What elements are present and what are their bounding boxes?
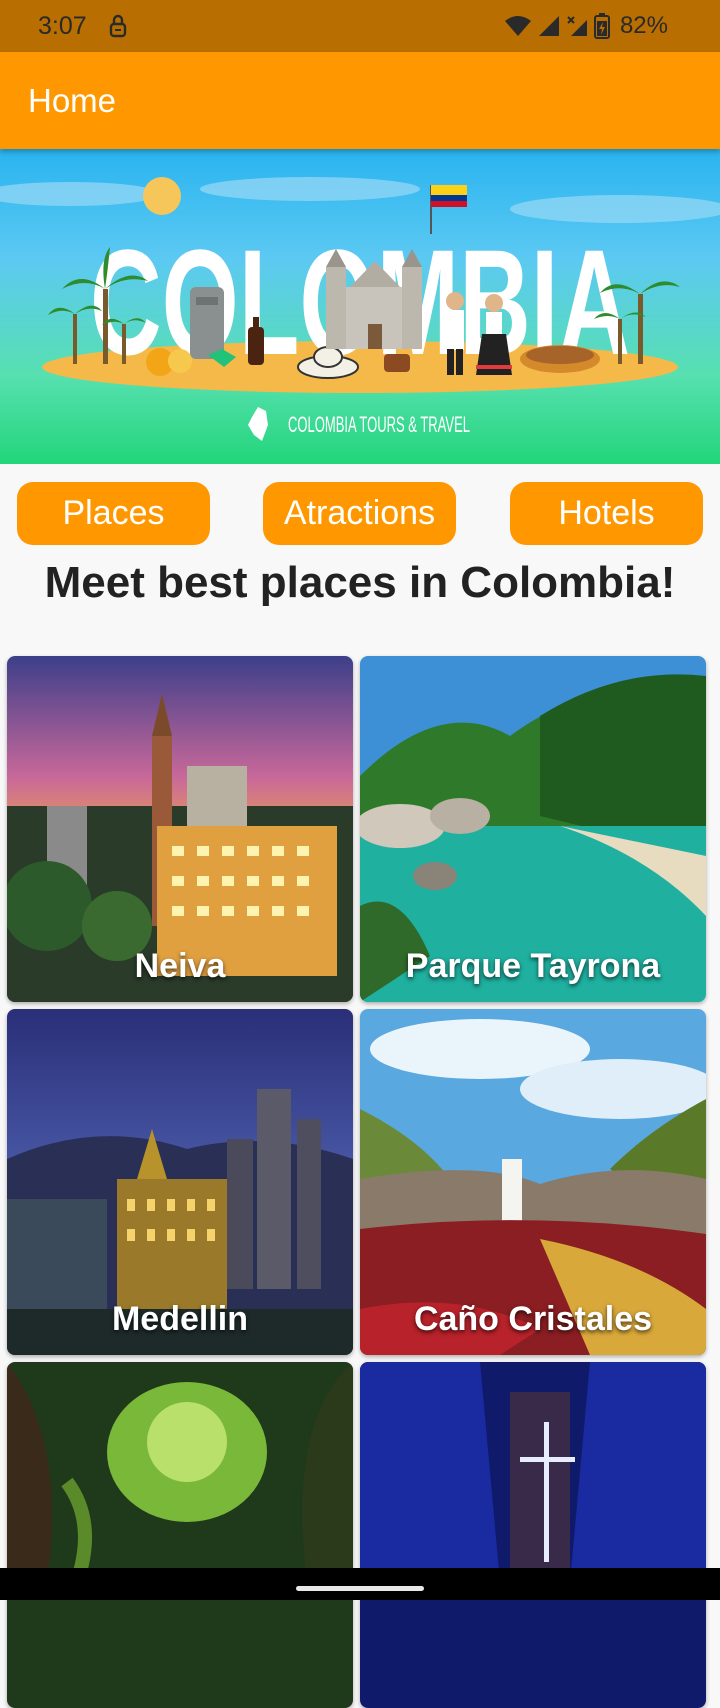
place-name: Caño Cristales [413,1300,653,1338]
place-card-parque-tayrona[interactable]: Parque Tayrona [360,656,706,1002]
status-icons: 82% [504,12,668,40]
status-time: 3:07 [38,12,87,40]
app-bar: Home [0,52,720,149]
lock-icon [109,14,127,38]
place-card-jungle[interactable] [7,1362,353,1708]
place-name: Neiva [134,947,226,985]
place-name: Medellin [111,1300,249,1338]
jungle-photo [7,1362,353,1708]
status-bar: 3:07 82% [0,0,720,52]
place-card-neiva[interactable]: Neiva [7,656,353,1002]
wifi-icon [504,16,531,36]
tab-places[interactable]: Places [17,482,210,545]
battery-percent: 82% [619,12,668,39]
place-name: Parque Tayrona [405,947,661,985]
place-card-salt-cathedral[interactable] [360,1362,706,1708]
tab-atractions[interactable]: Atractions [263,482,456,545]
place-card-cano-cristales[interactable]: Caño Cristales [360,1009,706,1355]
banner-brand: COLOMBIA TOURS & TRAVEL [288,412,470,437]
page-title: Home [28,82,117,119]
section-headline: Meet best places in Colombia! [44,558,676,607]
battery-charging-icon [593,13,610,39]
signal-icon [538,16,559,36]
colombia-banner: COLOMBIA TOURS & TRAVEL [0,149,720,464]
home-gesture-handle[interactable] [296,1586,424,1591]
category-tabs: Places Atractions Hotels [0,482,720,546]
banner-illustration: COLOMBIA TOURS & TRAVEL [0,177,720,441]
signal-off-icon [567,16,587,36]
system-nav-bar [0,1568,720,1600]
salt-cathedral-photo [360,1362,706,1708]
place-card-medellin[interactable]: Medellin [7,1009,353,1355]
tab-hotels[interactable]: Hotels [510,482,703,545]
